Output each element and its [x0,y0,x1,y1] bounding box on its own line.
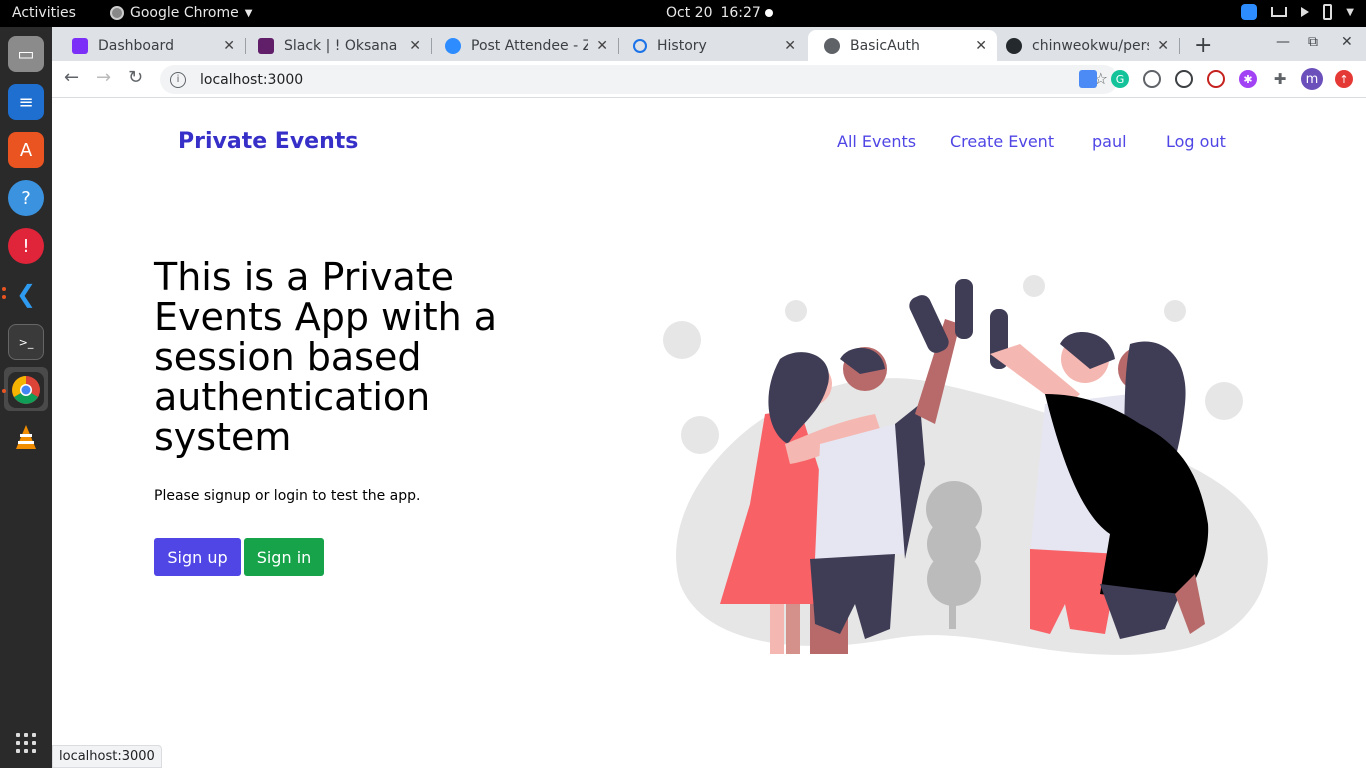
web-page: Private Events All Events Create Event p… [52,99,1366,768]
chevron-down-icon: ▼ [244,7,253,19]
slack-favicon-icon [258,37,274,54]
forward-arrow-icon[interactable]: → [96,67,111,88]
chrome-dock-icon[interactable] [8,372,44,408]
software-center-icon[interactable]: A [8,132,44,168]
address-bar-url[interactable]: localhost:3000 [200,72,303,88]
tab-basicauth[interactable]: BasicAuth ✕ [808,30,997,61]
system-tray[interactable]: ▼ [1241,4,1354,20]
update-icon[interactable]: ↑ [1335,70,1353,88]
tab-close-icon[interactable]: ✕ [409,38,421,54]
profile-avatar[interactable]: m [1301,68,1323,90]
writer-icon[interactable]: ≡ [8,84,44,120]
nav-log-out[interactable]: Log out [1166,132,1226,151]
hero-subtitle: Please signup or login to test the app. [154,488,421,504]
extension-icon[interactable] [1143,70,1161,88]
extension-icon[interactable]: ✱ [1239,70,1257,88]
system-top-bar: Activities Google Chrome ▼ Oct 20 16:27 … [0,0,1366,27]
tab-label: Slack | ! Oksana Pe [284,37,401,54]
history-icon [633,38,647,53]
show-applications-icon[interactable] [16,733,36,753]
chrome-icon [110,6,124,20]
running-indicator-icon [2,295,6,299]
app-menu-label: Google Chrome [130,5,239,21]
tab-close-icon[interactable]: ✕ [1157,38,1169,54]
battery-icon[interactable] [1323,4,1333,20]
files-icon[interactable]: ▭ [8,36,44,72]
tab-label: Dashboard [98,37,174,54]
tray-chevron-down-icon[interactable]: ▼ [1346,7,1354,18]
update-alert-icon[interactable]: ! [8,228,44,264]
tab-slack[interactable]: Slack | ! Oksana Pe ✕ [242,30,432,61]
maximize-icon[interactable]: ⧉ [1308,34,1318,50]
running-indicator-icon [2,389,6,393]
tab-label: Post Attendee - Zo [471,37,589,54]
nav-user[interactable]: paul [1092,132,1127,151]
nav-create-event[interactable]: Create Event [950,132,1054,151]
clock[interactable]: Oct 20 16:27 [666,5,761,21]
tab-label: History [657,37,707,54]
extension-icon[interactable] [1175,70,1193,88]
tab-dashboard[interactable]: Dashboard ✕ [56,30,246,61]
browser-toolbar: ← → ↻ i localhost:3000 ☆ G ✱ ✚ m ↑ [52,61,1366,98]
terminal-icon[interactable]: >_ [8,324,44,360]
github-favicon-icon [1006,37,1022,54]
clock-date: Oct 20 [666,5,713,21]
grammarly-extension-icon[interactable]: G [1111,70,1129,88]
signup-button[interactable]: Sign up [154,538,241,576]
tab-close-icon[interactable]: ✕ [596,38,608,54]
reload-icon[interactable]: ↻ [128,67,143,88]
tab-label: BasicAuth [850,37,920,54]
tab-label: chinweokwu/pers [1032,37,1150,54]
tab-close-icon[interactable]: ✕ [223,38,235,54]
back-arrow-icon[interactable]: ← [64,67,79,88]
nav-all-events[interactable]: All Events [837,132,916,151]
network-icon[interactable] [1271,7,1288,17]
tab-zoom[interactable]: Post Attendee - Zo ✕ [429,30,619,61]
hero-title: This is a Private Events App with a sess… [154,255,498,459]
app-menu[interactable]: Google Chrome ▼ [110,5,252,21]
vscode-icon[interactable]: ❮ [8,276,44,312]
tab-strip: Dashboard ✕ Slack | ! Oksana Pe ✕ Post A… [52,27,1366,61]
celebration-illustration [663,275,1268,655]
extension-icon[interactable] [1207,70,1225,88]
address-bar[interactable]: i localhost:3000 ☆ [160,65,1118,94]
tab-close-icon[interactable]: ✕ [975,38,987,54]
dashboard-favicon-icon [72,37,88,54]
volume-icon[interactable] [1301,7,1310,17]
clock-time: 16:27 [720,5,761,21]
status-bubble: localhost:3000 [52,745,162,768]
activities-button[interactable]: Activities [12,5,76,21]
tab-separator [1179,38,1180,54]
help-icon[interactable]: ? [8,180,44,216]
zoom-tray-icon[interactable] [1241,4,1258,20]
minimize-icon[interactable]: — [1276,34,1290,50]
zoom-favicon-icon [445,37,461,54]
notification-dot-icon [765,9,773,17]
tab-close-icon[interactable]: ✕ [784,38,796,54]
tab-history[interactable]: History ✕ [617,30,806,61]
signin-button[interactable]: Sign in [244,538,324,576]
new-tab-icon[interactable]: + [1194,33,1212,58]
tab-github[interactable]: chinweokwu/pers ✕ [990,30,1180,61]
puzzle-extensions-icon[interactable]: ✚ [1271,70,1289,88]
vlc-icon[interactable] [8,420,44,456]
site-brand[interactable]: Private Events [178,129,358,154]
dock: ▭ ≡ A ? ! ❮ >_ [0,27,52,768]
calendar-extension-icon[interactable] [1079,70,1097,88]
running-indicator-icon [2,287,6,291]
globe-icon [824,37,840,54]
site-info-icon[interactable]: i [170,71,186,88]
close-window-icon[interactable]: ✕ [1341,34,1353,50]
